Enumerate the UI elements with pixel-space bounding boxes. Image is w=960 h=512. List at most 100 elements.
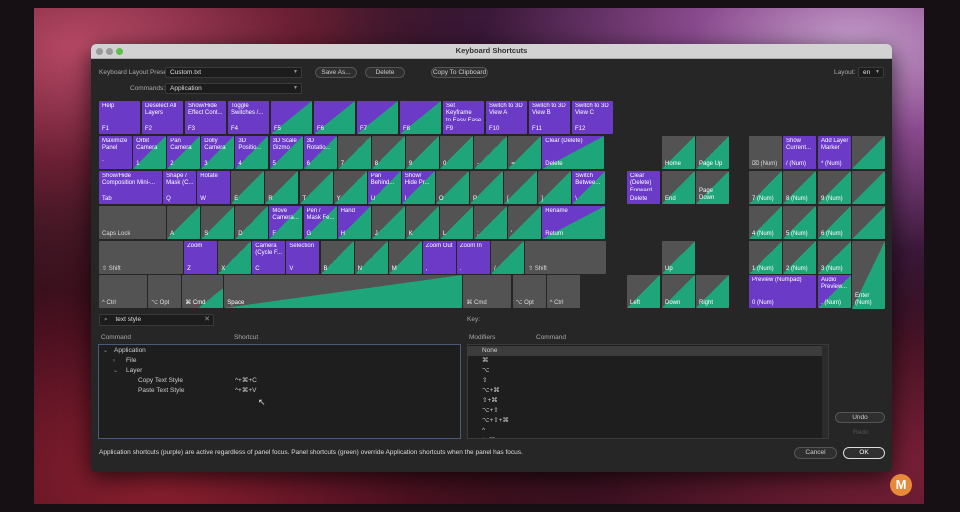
key-f9[interactable]: Set Keyframe to Easy Ease F9 xyxy=(443,101,484,134)
key-f4[interactable]: Toggle Switches /... F4 xyxy=(228,101,269,134)
key-z-6[interactable]: N xyxy=(354,241,388,274)
modifier-row[interactable]: ⌥ xyxy=(468,366,822,376)
key-numpad-0-2[interactable]: Add Layer Marker * (Num) xyxy=(818,136,851,169)
key-numpad-decimal[interactable]: Audio Preview... . (Num) xyxy=(818,275,851,308)
key-f1[interactable]: Help F1 xyxy=(99,101,140,134)
modifier-row[interactable]: ^ xyxy=(468,426,822,436)
key-q-6[interactable]: Y xyxy=(333,171,367,204)
key-end[interactable]: End xyxy=(662,171,695,204)
key-q-4[interactable]: R xyxy=(265,171,299,204)
key-numpad-1[interactable]: 1 (Num) xyxy=(749,241,782,274)
key-numpad-1-0[interactable]: 7 (Num) xyxy=(749,171,782,204)
key-z-11[interactable]: ⇧ Shift xyxy=(525,241,607,274)
key-left[interactable]: Left xyxy=(627,275,660,308)
key-z-8[interactable]: Zoom Out, xyxy=(422,241,456,274)
table-row[interactable]: ⌄ Application xyxy=(99,346,460,356)
key-numpad-1-3[interactable] xyxy=(852,171,885,204)
key-q-13[interactable]: Switch Betwee... \ xyxy=(572,171,606,204)
key-f3[interactable]: Show/Hide Effect Cont... F3 xyxy=(185,101,226,134)
modifier-row[interactable]: None xyxy=(468,346,822,356)
key-num-1[interactable]: Orbit Camera 1 xyxy=(133,136,167,169)
key-a-10[interactable]: ; xyxy=(474,206,507,239)
table-row[interactable]: ⌄ Layer xyxy=(99,366,460,376)
key-bottom-1[interactable]: ⌥ Opt xyxy=(148,275,182,308)
key-a-4[interactable]: Move Camera... F xyxy=(269,206,303,239)
key-z-5[interactable]: B xyxy=(320,241,354,274)
key-f8[interactable]: F8 xyxy=(400,101,441,134)
key-a-9[interactable]: L xyxy=(439,206,473,239)
key-f5[interactable]: F5 xyxy=(271,101,312,134)
key-num-13[interactable]: Clear (Delete) Delete xyxy=(542,136,605,169)
shortcut-value[interactable]: ^+⌘+V xyxy=(235,386,256,396)
key-num-2[interactable]: Pan Camera 2 xyxy=(167,136,201,169)
key-bottom-2[interactable]: ⌘ Cmd xyxy=(182,275,224,308)
undo-button[interactable]: Undo xyxy=(835,412,885,423)
key-z-0[interactable]: ⇧ Shift xyxy=(99,241,183,274)
modifier-row[interactable]: ^+⌘ xyxy=(468,436,822,438)
key-f11[interactable]: Switch to 3D View B F11 xyxy=(529,101,570,134)
key-q-0[interactable]: Show/Hide Composition Mini-... Tab xyxy=(99,171,162,204)
chevron-right-icon[interactable]: › xyxy=(113,356,115,366)
key-f12[interactable]: Switch to 3D View C F12 xyxy=(572,101,613,134)
key-a-11[interactable]: ' xyxy=(508,206,542,239)
key-q-1[interactable]: Shape / Mask (C... Q xyxy=(163,171,197,204)
cancel-button[interactable]: Cancel xyxy=(794,447,837,459)
table-row[interactable]: Paste Text Style ^+⌘+V xyxy=(99,386,460,396)
key-bottom-6[interactable]: ^ Ctrl xyxy=(546,275,580,308)
key-bottom-5[interactable]: ⌥ Opt xyxy=(512,275,546,308)
chevron-down-icon[interactable]: ⌄ xyxy=(113,366,118,376)
key-num-6[interactable]: 3D Rotatio... 6 xyxy=(303,136,337,169)
command-search-field[interactable]: ⌕ text style ✕ xyxy=(99,314,214,326)
key-numpad-1-2[interactable]: 9 (Num) xyxy=(818,171,851,204)
key-a-2[interactable]: S xyxy=(201,206,235,239)
key-bottom-4[interactable]: ⌘ Cmd xyxy=(463,275,512,308)
key-a-7[interactable]: J xyxy=(371,206,405,239)
key-numpad-1-1[interactable]: 8 (Num) xyxy=(783,171,816,204)
key-page-down[interactable]: Page Down xyxy=(696,171,729,204)
scrollbar[interactable] xyxy=(822,345,828,438)
modifier-row[interactable]: ⌥+⌘ xyxy=(468,386,822,396)
key-numpad-enter[interactable]: Enter (Num) xyxy=(852,241,885,309)
key-down[interactable]: Down xyxy=(662,275,695,308)
delete-preset-button[interactable]: Delete xyxy=(365,67,405,78)
layout-dropdown[interactable]: en ▼ xyxy=(858,67,884,78)
key-num-10[interactable]: 0 xyxy=(440,136,473,169)
key-forward-delete[interactable]: Clear (Delete) Forward Delete xyxy=(627,171,660,204)
key-a-3[interactable]: D xyxy=(235,206,269,239)
key-num-8[interactable]: 8 xyxy=(371,136,405,169)
key-numpad-0-0[interactable]: ⌧ (Num) xyxy=(749,136,782,169)
key-num-7[interactable]: 7 xyxy=(337,136,371,169)
key-z-1[interactable]: Zoom Z xyxy=(184,241,218,274)
key-z-9[interactable]: Zoom In. xyxy=(456,241,490,274)
key-a-0[interactable]: Caps Lock xyxy=(99,206,166,239)
key-z-3[interactable]: Camera (Cycle F... C xyxy=(252,241,286,274)
modifier-row[interactable]: ⇧+⌘ xyxy=(468,396,822,406)
key-bottom-0[interactable]: ^ Ctrl xyxy=(99,275,147,308)
clear-search-icon[interactable]: ✕ xyxy=(204,315,210,323)
preset-dropdown[interactable]: Custom.txt ▼ xyxy=(165,67,302,78)
key-f10[interactable]: Switch to 3D View A F10 xyxy=(486,101,527,134)
key-q-12[interactable]: ] xyxy=(538,171,572,204)
key-q-7[interactable]: Pan Behind... U xyxy=(367,171,401,204)
key-f7[interactable]: F7 xyxy=(357,101,398,134)
table-row[interactable]: Copy Text Style ^+⌘+C xyxy=(99,376,460,386)
key-a-5[interactable]: Pen / Mask Fe... G xyxy=(303,206,337,239)
key-bottom-3[interactable]: Space xyxy=(224,275,463,308)
copy-to-clipboard-button[interactable]: Copy To Clipboard xyxy=(431,67,488,78)
table-row[interactable]: › File xyxy=(99,356,460,366)
key-z-10[interactable]: / xyxy=(491,241,524,274)
key-numpad-3[interactable]: 3 (Num) xyxy=(818,241,851,274)
key-a-8[interactable]: K xyxy=(405,206,439,239)
chevron-down-icon[interactable]: ⌄ xyxy=(103,346,108,356)
key-numpad-0[interactable]: Preview (Numpad) 0 (Num) xyxy=(749,275,816,308)
ok-button[interactable]: OK xyxy=(843,447,885,459)
modifier-row[interactable]: ⌘ xyxy=(468,356,822,366)
key-numpad-2-0[interactable]: 4 (Num) xyxy=(749,206,782,239)
key-num-0[interactable]: Maximize Panel ` xyxy=(99,136,132,169)
key-num-5[interactable]: 3D Scale Gizmo 5 xyxy=(269,136,303,169)
key-z-2[interactable]: X xyxy=(218,241,252,274)
key-f6[interactable]: F6 xyxy=(314,101,355,134)
key-a-1[interactable]: A xyxy=(167,206,201,239)
key-q-5[interactable]: T xyxy=(299,171,333,204)
save-as-button[interactable]: Save As... xyxy=(315,67,357,78)
